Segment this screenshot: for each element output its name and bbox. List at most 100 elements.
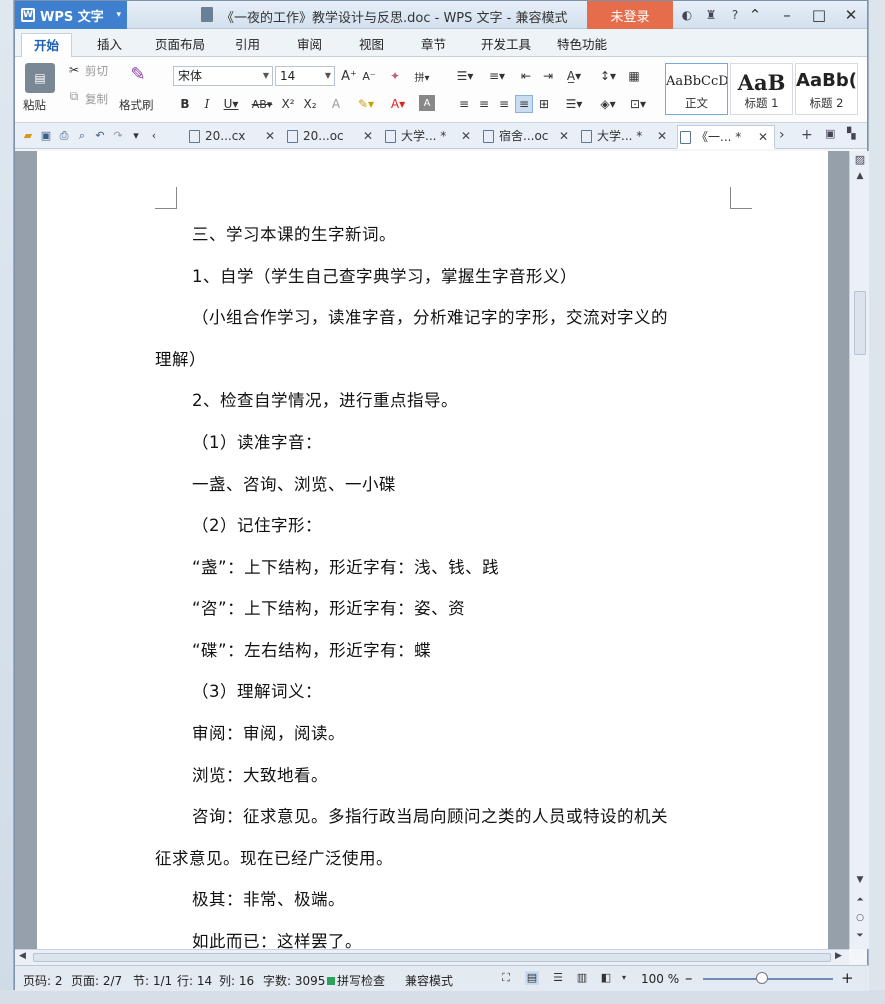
close-tab-icon[interactable]: ✕ [363,125,373,147]
align-right-icon[interactable]: ≡ [495,95,513,113]
zoom-level[interactable]: 100 % [641,972,679,986]
close-tab-icon[interactable]: ✕ [559,125,569,147]
customize-icon[interactable]: ▾ [127,127,145,145]
close-tab-icon[interactable]: ✕ [758,126,768,148]
tab-scroll-right-icon[interactable]: › [779,127,785,143]
font-name-select[interactable]: 宋体 ▼ [173,66,273,86]
char-shading-icon[interactable]: A [419,95,435,111]
undo-icon[interactable]: ↶ [91,127,109,145]
status-section[interactable]: 节: 1/1 [133,972,172,989]
close-button[interactable]: ✕ [835,1,867,29]
italic-icon[interactable]: I [199,95,215,113]
zoom-out-icon[interactable]: – [685,969,693,987]
font-size-select[interactable]: 14 ▼ [275,66,335,86]
vertical-scroll-thumb[interactable] [854,291,866,355]
text-effect-icon[interactable]: A [327,95,345,113]
align-center-icon[interactable]: ≡ [475,95,493,113]
window-tab-icon[interactable]: ▚ [847,127,855,140]
close-tab-icon[interactable]: ✕ [461,125,471,147]
paragraph[interactable]: 审阅：审阅，阅读。 [192,720,345,744]
new-tab-icon[interactable]: + [801,127,813,143]
bullets-icon[interactable]: ☰▾ [451,67,479,85]
copy-icon[interactable]: ⧉ [67,89,81,103]
tab-view[interactable]: 视图 [347,33,396,57]
format-painter-label[interactable]: 格式刷 [119,97,154,113]
doc-tab-1[interactable]: 20...cx ✕ [187,125,283,149]
tab-home[interactable]: 开始 [21,33,73,57]
tab-chapter[interactable]: 章节 [409,33,458,57]
document-page[interactable]: 三、学习本课的生字新词。 1、自学（学生自己查字典学习，掌握生字音形义） （小组… [37,151,828,949]
zoom-slider-thumb[interactable] [755,972,768,984]
status-page-code[interactable]: 页码: 2 [23,972,63,989]
redo-icon[interactable]: ↷ [109,127,127,145]
print-icon[interactable]: ⎙ [55,127,73,145]
tab-review[interactable]: 审阅 [285,33,334,57]
scroll-up-icon[interactable]: ▲ [850,171,870,181]
increase-indent-icon[interactable]: ⇥ [539,67,557,85]
paragraph[interactable]: （3）理解词义： [192,678,322,702]
paragraph[interactable]: 1、自学（学生自己查字典学习，掌握生字音形义） [192,263,577,287]
split-view-icon[interactable]: ▨ [850,153,870,166]
app-menu-button[interactable]: W WPS 文字 ▾ [15,1,127,29]
tab-insert[interactable]: 插入 [85,33,134,57]
tab-scroll-left-icon[interactable]: ‹ [145,127,163,145]
spell-check-toggle[interactable]: 拼写检查 [327,972,385,989]
phonetic-icon[interactable]: 拼▾ [411,67,433,85]
align-left-icon[interactable]: ≡ [455,95,473,113]
cut-label[interactable]: 剪切 [85,63,108,79]
status-row[interactable]: 行: 14 [177,972,212,989]
tab-references[interactable]: 引用 [223,33,272,57]
doc-tab-2[interactable]: 20...oc ✕ [285,125,381,149]
status-pages[interactable]: 页面: 2/7 [71,972,122,989]
shrink-font-icon[interactable]: A⁻ [361,67,377,85]
paragraph[interactable]: 浏览：大致地看。 [192,762,328,786]
scroll-down-icon[interactable]: ▼ [850,875,870,885]
doc-tab-active[interactable]: 《一... * ✕ [677,125,775,149]
horizontal-scrollbar[interactable]: ◀ ▶ [15,949,849,965]
font-color-icon[interactable]: A▾ [385,95,411,113]
vertical-scrollbar[interactable]: ▨ ▲ ▼ ⏶ ○ ⏷ [849,151,869,949]
scissors-icon[interactable]: ✂ [67,63,81,77]
subscript-icon[interactable]: X₂ [301,95,319,113]
tab-special[interactable]: 特色功能 [545,33,619,57]
status-word-count[interactable]: 字数: 3095 [263,972,325,989]
bold-icon[interactable]: B [177,95,193,113]
next-page-icon[interactable]: ⏷ [850,931,870,941]
open-icon[interactable]: ▰ [19,127,37,145]
close-tab-icon[interactable]: ✕ [657,125,667,147]
tab-developer[interactable]: 开发工具 [469,33,543,57]
paragraph[interactable]: “碟”：左右结构，形近字有：蝶 [192,637,431,661]
paragraph[interactable]: 征求意见。现在已经广泛使用。 [155,845,393,869]
decrease-indent-icon[interactable]: ⇤ [517,67,535,85]
style-heading1[interactable]: AaB 标题 1 [730,63,793,115]
print-preview-icon[interactable]: ⌕ [73,127,91,145]
grow-font-icon[interactable]: A⁺ [341,67,357,85]
skin-icon[interactable]: ◐ [675,5,699,25]
underline-icon[interactable]: U▾ [219,95,243,113]
zoom-slider-track[interactable] [703,978,833,980]
scroll-left-icon[interactable]: ◀ [19,951,26,961]
select-browse-object-icon[interactable]: ○ [850,913,870,923]
full-screen-icon[interactable]: ⛶ [499,971,513,985]
paragraph[interactable]: （1）读准字音： [192,429,322,453]
borders-icon[interactable]: ⊡▾ [625,95,651,113]
web-view-icon[interactable]: ▥ [575,971,589,985]
horizontal-scroll-thumb[interactable] [33,953,831,962]
paragraph[interactable]: 咨询：征求意见。多指行政当局向顾问之类的人员或特设的机关 [192,803,668,827]
doc-tab-3[interactable]: 大学... * ✕ [383,125,479,149]
collapse-ribbon-icon[interactable]: ⌃ [739,1,771,29]
save-icon[interactable]: ▣ [37,127,55,145]
paragraph[interactable]: （2）记住字形： [192,512,322,536]
brush-icon[interactable]: ✎ [127,63,149,85]
paragraph[interactable]: 2、检查自学情况，进行重点指导。 [192,387,458,411]
prev-page-icon[interactable]: ⏶ [850,895,870,905]
paragraph[interactable]: 三、学习本课的生字新词。 [192,221,396,245]
page-view-icon[interactable]: ▤ [525,971,539,985]
tab-page-layout[interactable]: 页面布局 [143,33,217,57]
copy-label[interactable]: 复制 [85,91,108,107]
style-normal[interactable]: AaBbCcD 正文 [665,63,728,115]
superscript-icon[interactable]: X² [279,95,297,113]
numbering-icon[interactable]: ≡▾ [483,67,511,85]
reading-view-icon[interactable]: ◧ [599,971,613,985]
strikethrough-icon[interactable]: AB▾ [247,95,277,113]
